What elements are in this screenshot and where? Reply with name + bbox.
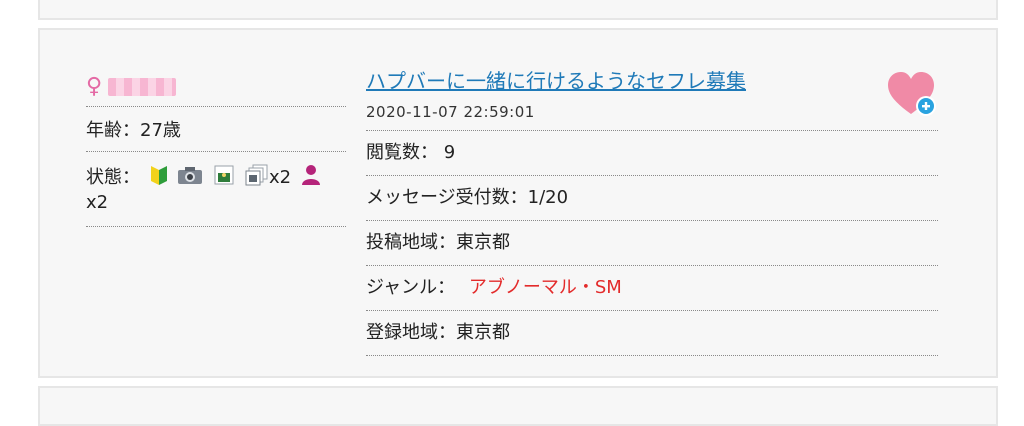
registered-area-value: 東京都 (456, 322, 510, 343)
messages-row: メッセージ受付数：1/20 (366, 176, 938, 221)
next-post-card (38, 386, 998, 426)
poster-name-blurred[interactable] (108, 78, 177, 96)
registered-area-label: 登録地域： (366, 322, 456, 343)
poster-age: 年齢：27歳 (86, 107, 346, 152)
person-icon (301, 164, 321, 192)
post-datetime: 2020-11-07 22:59:01 (366, 94, 938, 131)
beginner-mark-icon (150, 164, 168, 192)
post-area-row: 投稿地域：東京都 (366, 221, 938, 266)
photo-count: x2 (268, 167, 292, 188)
previous-post-card (38, 0, 998, 20)
views-row: 閲覧数： 9 (366, 131, 938, 176)
poster-status: 状態： x2 x2 (86, 152, 346, 227)
messages-label: メッセージ受付数： (366, 187, 528, 208)
post-details: ハプバーに一緒に行けるようなセフレ募集 2020-11-07 22:59:01 … (366, 68, 938, 356)
person-count: x2 (86, 192, 109, 213)
genre-value[interactable]: アブノーマル・SM (469, 277, 622, 298)
photos-stack-icon (245, 164, 269, 192)
views-label: 閲覧数： (366, 142, 438, 163)
add-favorite-button[interactable] (886, 70, 940, 120)
post-title-link[interactable]: ハプバーに一緒に行けるようなセフレ募集 (366, 68, 938, 94)
messages-value: 1/20 (527, 187, 569, 208)
post-area-value: 東京都 (456, 232, 510, 253)
poster-name-row[interactable]: ♀ (86, 68, 346, 107)
post-card: ♀ 年齢：27歳 状態： x2 x2 ハプバーに一緒に行けるようなセフレ募集 2… (38, 28, 998, 378)
registered-area-row: 登録地域：東京都 (366, 311, 938, 356)
genre-label: ジャンル： (366, 277, 456, 298)
genre-row: ジャンル： アブノーマル・SM (366, 266, 938, 311)
camera-icon (177, 165, 203, 191)
views-value: 9 (443, 142, 456, 163)
female-icon: ♀ (86, 74, 103, 99)
heart-add-icon (888, 72, 936, 116)
status-label: 状態： (86, 167, 140, 188)
photo-icon (213, 164, 235, 192)
poster-profile: ♀ 年齢：27歳 状態： x2 x2 (86, 68, 346, 227)
post-area-label: 投稿地域： (366, 232, 456, 253)
